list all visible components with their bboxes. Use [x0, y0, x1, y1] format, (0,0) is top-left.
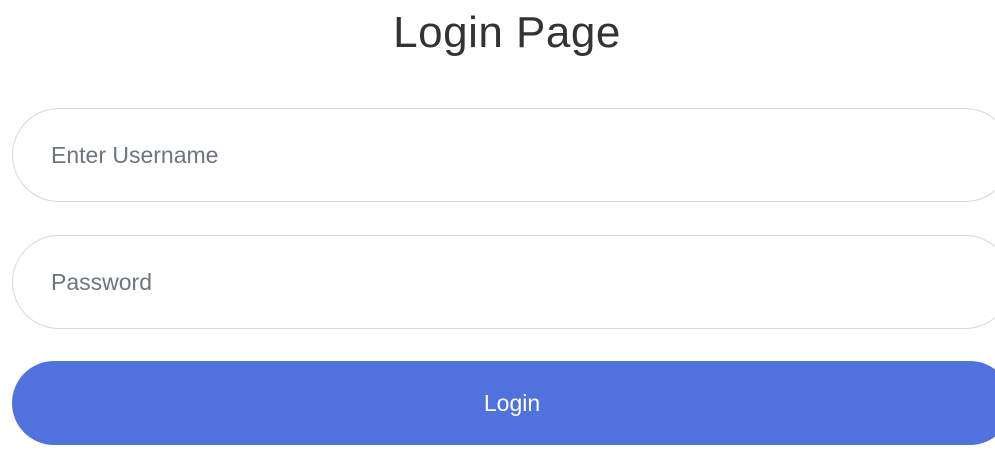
login-page: Login Page Login	[0, 0, 995, 475]
page-title: Login Page	[393, 8, 621, 57]
password-input[interactable]	[12, 235, 995, 329]
username-input[interactable]	[12, 108, 995, 202]
login-button[interactable]: Login	[12, 361, 995, 445]
